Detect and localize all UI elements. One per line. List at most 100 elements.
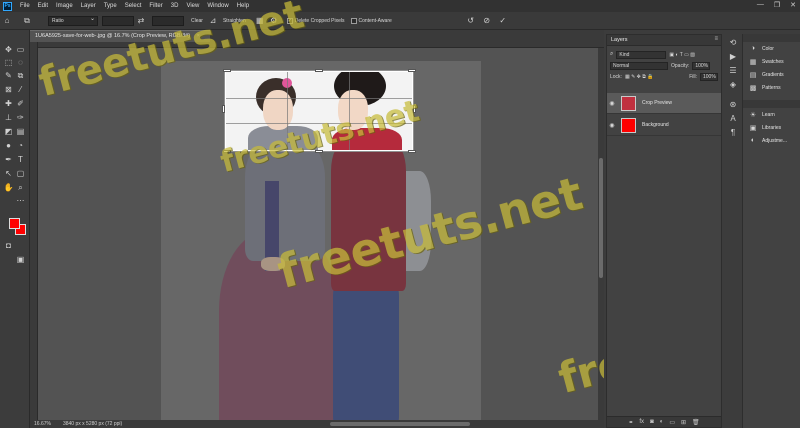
fx-icon[interactable]: fx: [639, 419, 644, 425]
crop-handle-top-right[interactable]: [408, 69, 416, 72]
ratio-select[interactable]: Ratio: [48, 15, 98, 26]
ratio-height-input[interactable]: [152, 15, 184, 26]
menu-select[interactable]: Select: [121, 3, 146, 9]
path-selection-tool-icon[interactable]: ↖: [3, 168, 14, 179]
content-aware-checkbox[interactable]: Content-Aware: [350, 17, 392, 24]
new-layer-icon[interactable]: ⊞: [681, 419, 686, 426]
channels-icon[interactable]: ◈: [727, 80, 739, 94]
crop-handle-top[interactable]: [315, 69, 323, 72]
menu-view[interactable]: View: [182, 3, 203, 9]
history-brush-tool-icon[interactable]: ✑: [15, 112, 26, 123]
shape-tool-icon[interactable]: ▢: [15, 168, 26, 179]
quick-select-tool-icon[interactable]: ✎: [3, 70, 14, 81]
close-icon[interactable]: ✕: [790, 1, 796, 9]
menu-3d[interactable]: 3D: [167, 3, 183, 9]
crop-handle-left[interactable]: [222, 105, 225, 113]
settings-gear-icon[interactable]: ⚙: [267, 15, 281, 27]
learn-panel-button[interactable]: ☀ Learn: [743, 108, 800, 121]
fill-input[interactable]: 100%: [700, 72, 718, 81]
kind-filter-select[interactable]: Kind: [616, 50, 667, 59]
crop-handle-top-left[interactable]: [223, 69, 231, 72]
type-tool-icon[interactable]: T: [15, 154, 26, 165]
crop-handle-bottom-right[interactable]: [408, 150, 416, 153]
blend-mode-select[interactable]: Normal: [610, 61, 668, 70]
clone-stamp-tool-icon[interactable]: ⊥: [3, 112, 14, 123]
delete-layer-icon[interactable]: 🗑: [692, 419, 700, 426]
document-tab[interactable]: 1U6A5925-save-for-web-.jpg @ 16.7% (Crop…: [30, 30, 210, 42]
history-icon[interactable]: ⟲: [727, 38, 739, 52]
character-icon[interactable]: A: [727, 114, 739, 128]
swatches-panel-button[interactable]: ▦ Swatches: [743, 55, 800, 68]
reset-icon[interactable]: ↺: [464, 15, 478, 27]
minimize-icon[interactable]: —: [757, 1, 764, 9]
filter-icons[interactable]: ▣ ◐ T ▭ ▧: [669, 52, 695, 58]
actions-icon[interactable]: ▶: [727, 52, 739, 66]
new-group-icon[interactable]: ▭: [669, 419, 675, 426]
adjustment-layer-icon[interactable]: ◐: [660, 419, 664, 425]
paragraph-icon[interactable]: ¶: [727, 128, 739, 142]
zoom-level[interactable]: 16.67%: [34, 421, 51, 427]
adjustments-panel-button[interactable]: ◐ Adjustme...: [743, 134, 800, 147]
layer-item[interactable]: ◉ Crop Preview: [607, 93, 721, 114]
libraries-panel-button[interactable]: ▣ Libraries: [743, 121, 800, 134]
overlay-grid-icon[interactable]: ▦: [253, 15, 267, 27]
cancel-crop-icon[interactable]: ⊘: [480, 15, 494, 27]
eye-icon[interactable]: ◉: [607, 122, 617, 129]
opacity-input[interactable]: 100%: [692, 61, 711, 70]
layers-tab[interactable]: Layers: [611, 37, 628, 43]
panel-menu-icon[interactable]: ≡: [714, 36, 718, 42]
close-tab-icon[interactable]: ×: [197, 33, 200, 39]
move-tool-icon[interactable]: ✥: [3, 44, 14, 55]
eyedropper-tool-icon[interactable]: ⁄: [15, 84, 26, 95]
zoom-tool-icon[interactable]: ⌕: [15, 182, 26, 193]
quick-mask-icon[interactable]: ◘: [3, 240, 14, 251]
restore-icon[interactable]: ❐: [774, 1, 780, 9]
commit-crop-icon[interactable]: ✓: [496, 15, 510, 27]
brush-tool-icon[interactable]: ✐: [15, 98, 26, 109]
paths-icon[interactable]: ⊛: [727, 100, 739, 114]
blur-tool-icon[interactable]: ●: [3, 140, 14, 151]
straighten-button[interactable]: Straighten: [220, 16, 249, 26]
layer-item[interactable]: ◉ Background: [607, 115, 721, 136]
home-icon[interactable]: ⌂: [0, 15, 14, 27]
pen-tool-icon[interactable]: ✒: [3, 154, 14, 165]
add-mask-icon[interactable]: ◙: [650, 419, 654, 425]
ratio-width-input[interactable]: [102, 15, 134, 26]
marquee-tool-icon[interactable]: ⬚: [3, 57, 14, 68]
properties-icon[interactable]: ☰: [727, 66, 739, 80]
scrollbar-thumb[interactable]: [599, 158, 603, 278]
lock-icons[interactable]: ▦ ✎ ✥ ⧉ 🔒: [625, 74, 653, 80]
menu-file[interactable]: File: [16, 3, 34, 9]
menu-edit[interactable]: Edit: [34, 3, 52, 9]
menu-layer[interactable]: Layer: [77, 3, 100, 9]
screen-mode-icon[interactable]: ▣: [15, 254, 26, 265]
more-tools-icon[interactable]: ⋯: [15, 195, 26, 206]
menu-window[interactable]: Window: [203, 3, 232, 9]
menu-type[interactable]: Type: [100, 3, 121, 9]
crop-handle-bottom[interactable]: [315, 150, 323, 153]
frame-tool-icon[interactable]: ⊠: [3, 84, 14, 95]
foreground-color-swatch[interactable]: [9, 218, 20, 229]
hand-tool-icon[interactable]: ✋: [3, 182, 14, 193]
lasso-tool-icon[interactable]: ◌: [15, 57, 26, 68]
clear-button[interactable]: Clear: [188, 16, 206, 26]
color-panel-button[interactable]: ◑ Color: [743, 42, 800, 55]
crop-tool-icon[interactable]: ⧉: [20, 15, 34, 27]
eraser-tool-icon[interactable]: ◩: [3, 126, 14, 137]
menu-image[interactable]: Image: [52, 3, 77, 9]
horizontal-scrollbar-thumb[interactable]: [330, 422, 470, 426]
menu-help[interactable]: Help: [233, 3, 253, 9]
straighten-icon[interactable]: ⊿: [206, 15, 220, 27]
gradients-panel-button[interactable]: ▤ Gradients: [743, 68, 800, 81]
delete-cropped-checkbox[interactable]: ✓ Delete Cropped Pixels: [286, 17, 345, 24]
swap-icon[interactable]: ⇄: [134, 15, 148, 27]
dodge-tool-icon[interactable]: ◔: [15, 140, 26, 151]
patterns-panel-button[interactable]: ▩ Patterns: [743, 81, 800, 94]
crop-tool-active-icon[interactable]: ⧉: [15, 70, 26, 81]
crop-handle-right[interactable]: [413, 105, 416, 113]
crop-area[interactable]: [225, 71, 413, 151]
menu-filter[interactable]: Filter: [145, 3, 166, 9]
healing-brush-tool-icon[interactable]: ✚: [3, 98, 14, 109]
eye-icon[interactable]: ◉: [607, 100, 617, 107]
artboard-tool-icon[interactable]: ▭: [15, 44, 26, 55]
